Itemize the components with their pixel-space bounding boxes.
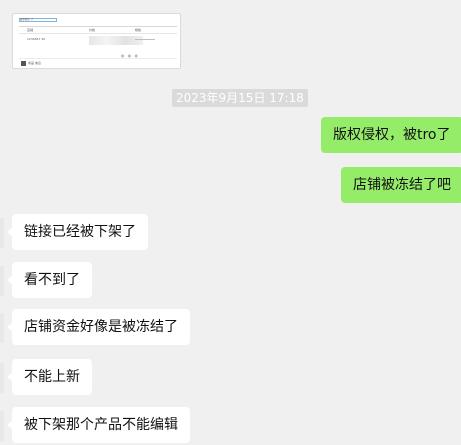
card-header-text: 联系我们 了 <box>20 18 34 21</box>
chat-window: 联系我们 了 店铺 价格 规格 1234567 30 ● ● ● 商品 信息 2… <box>0 0 461 445</box>
avatar[interactable] <box>0 363 4 393</box>
card-col-mid: 价格 <box>89 28 96 32</box>
card-divider <box>19 26 177 27</box>
card-col-left: 店铺 <box>27 28 34 32</box>
card-col-right: 规格 <box>135 28 142 32</box>
card-divider <box>19 58 177 59</box>
message-bubble-them[interactable]: 被下架那个产品不能编辑 <box>7 407 190 443</box>
message-bubble-me[interactable]: 版权侵权，被tro了 <box>321 117 461 153</box>
card-blurred-region <box>89 36 143 45</box>
card-footer-icon <box>21 61 26 66</box>
avatar[interactable] <box>0 411 4 441</box>
card-footer-text: 商品 信息 <box>28 61 41 65</box>
message-bubble-me[interactable]: 店铺被冻结了吧 <box>341 167 461 203</box>
card-row-right <box>135 39 155 40</box>
card-row-left: 1234567 30 <box>27 37 46 41</box>
message-bubble-them[interactable]: 链接已经被下架了 <box>7 214 148 250</box>
card-divider <box>19 33 177 34</box>
timestamp-divider: 2023年9月15日 17:18 <box>172 89 308 107</box>
shared-image-card[interactable]: 联系我们 了 店铺 价格 规格 1234567 30 ● ● ● 商品 信息 <box>12 13 181 69</box>
avatar[interactable] <box>0 266 4 296</box>
message-bubble-them[interactable]: 店铺资金好像是被冻结了 <box>7 309 190 345</box>
avatar[interactable] <box>0 313 4 343</box>
avatar[interactable] <box>0 218 4 248</box>
message-bubble-them[interactable]: 看不到了 <box>7 262 92 298</box>
message-bubble-them[interactable]: 不能上新 <box>7 359 92 395</box>
